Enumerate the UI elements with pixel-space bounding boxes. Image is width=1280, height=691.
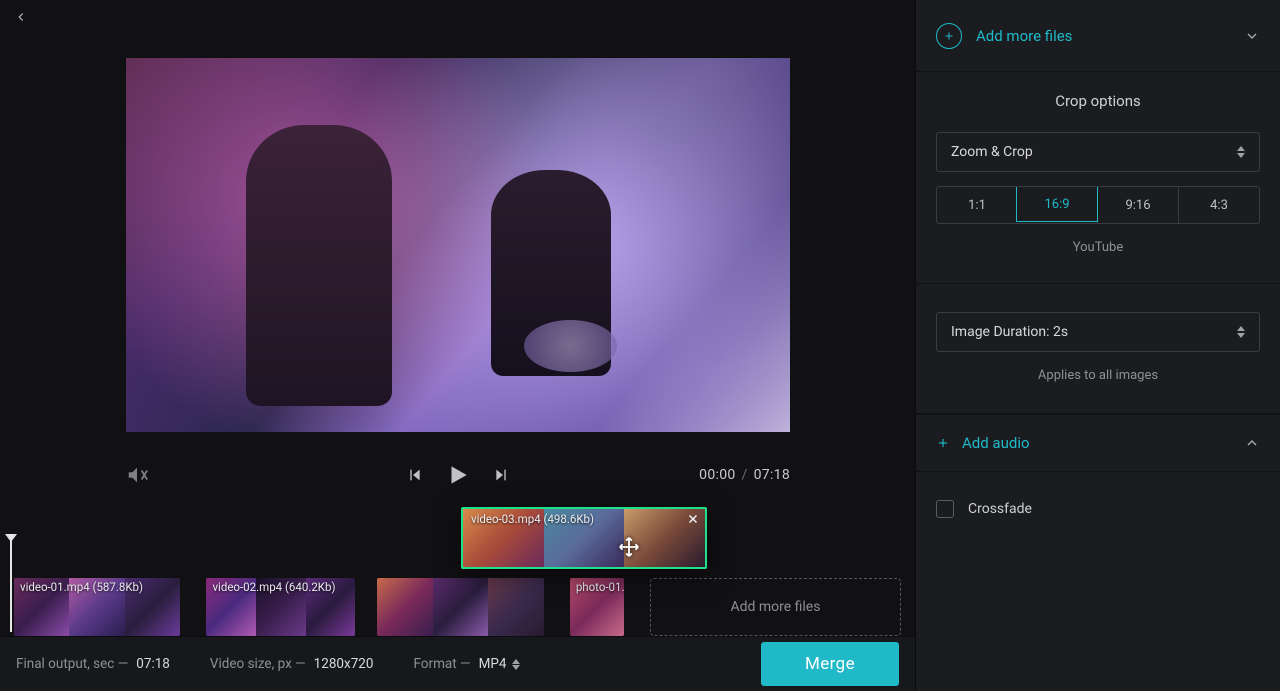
crossfade-checkbox[interactable] (936, 500, 954, 518)
timeline-clip[interactable]: photo-01.j… (570, 578, 624, 636)
crop-header: Crop options (936, 92, 1260, 110)
dragging-clip[interactable]: video-03.mp4 (498.6Kb) (461, 507, 707, 569)
final-output: Final output, sec — 07:18 (16, 656, 170, 672)
timeline-clip[interactable] (377, 578, 543, 636)
timeline-clip[interactable]: video-02.mp4 (640.2Kb) (206, 578, 355, 636)
format-select[interactable]: Format — MP4 (413, 656, 520, 672)
timecode: 00:00/07:18 (699, 467, 790, 483)
image-duration-caption: Applies to all images (936, 368, 1260, 383)
image-duration-section: Image Duration: 2s Applies to all images (916, 284, 1280, 414)
ratio-1-1[interactable]: 1:1 (937, 187, 1017, 223)
close-icon[interactable] (687, 513, 699, 525)
bottom-bar: Final output, sec — 07:18 Video size, px… (0, 636, 915, 691)
clip-label: video-02.mp4 (640.2Kb) (212, 580, 335, 594)
crop-options-section: Crop options Zoom & Crop 1:1 16:9 9:16 4… (916, 72, 1280, 284)
ratio-4-3[interactable]: 4:3 (1178, 187, 1259, 223)
sort-arrows-icon (1237, 326, 1245, 338)
chevron-down-icon[interactable] (1244, 28, 1260, 44)
add-audio-row[interactable]: Add audio (916, 414, 1280, 472)
move-cursor-icon (618, 536, 640, 558)
aspect-ratio-group: 1:1 16:9 9:16 4:3 (936, 186, 1260, 224)
playhead[interactable] (10, 538, 12, 632)
add-tile-label: Add more files (730, 599, 820, 615)
total-time: 07:18 (754, 467, 790, 483)
crossfade-row: Crossfade (916, 472, 1280, 546)
plus-circle-icon (936, 23, 962, 49)
clip-label: video-03.mp4 (498.6Kb) (471, 512, 594, 526)
chevron-up-icon[interactable] (1244, 435, 1260, 451)
play-button[interactable] (445, 462, 471, 488)
crop-mode-select[interactable]: Zoom & Crop (936, 132, 1260, 172)
prev-button[interactable] (407, 467, 423, 483)
back-button[interactable] (14, 10, 38, 34)
clip-label: video-01.mp4 (587.8Kb) (20, 580, 143, 594)
clip-label: photo-01.j… (576, 580, 624, 594)
video-preview[interactable] (126, 58, 790, 432)
add-more-files-tile[interactable]: Add more files (650, 578, 901, 636)
add-audio-label: Add audio (962, 434, 1030, 452)
plus-icon (936, 436, 950, 450)
mute-icon[interactable] (126, 464, 148, 486)
sort-arrows-icon (1237, 146, 1245, 158)
image-duration-select[interactable]: Image Duration: 2s (936, 312, 1260, 352)
timeline-clip[interactable]: video-01.mp4 (587.8Kb) (14, 578, 180, 636)
ratio-9-16[interactable]: 9:16 (1097, 187, 1178, 223)
next-button[interactable] (493, 467, 509, 483)
sort-arrows-icon (512, 659, 520, 670)
crossfade-label: Crossfade (968, 501, 1032, 517)
add-more-files-row[interactable]: Add more files (916, 0, 1280, 72)
current-time: 00:00 (699, 467, 735, 483)
merge-button[interactable]: Merge (761, 642, 899, 686)
add-more-files-label: Add more files (976, 27, 1072, 45)
ratio-16-9[interactable]: 16:9 (1016, 186, 1098, 222)
video-size: Video size, px — 1280x720 (210, 656, 374, 672)
crop-caption: YouTube (936, 240, 1260, 255)
timeline[interactable]: video-01.mp4 (587.8Kb) video-02.mp4 (640… (0, 550, 915, 636)
